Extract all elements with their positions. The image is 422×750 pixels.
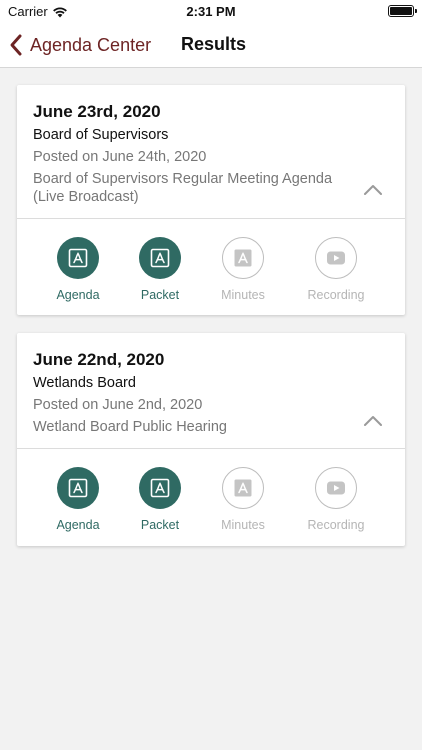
back-button-label: Agenda Center: [30, 34, 152, 55]
chevron-up-icon[interactable]: [363, 415, 383, 427]
result-card: June 22nd, 2020 Wetlands Board Posted on…: [17, 333, 405, 546]
page-title: Results: [181, 34, 247, 54]
chevron-up-icon[interactable]: [363, 184, 383, 196]
play-video-icon: [327, 481, 345, 495]
status-time: 2:31 PM: [186, 4, 236, 19]
minutes-circle: [222, 467, 264, 509]
packet-button[interactable]: Packet: [118, 467, 202, 532]
play-video-icon: [327, 251, 345, 265]
meeting-date: June 23rd, 2020: [33, 102, 161, 121]
agenda-button[interactable]: Agenda: [36, 467, 120, 532]
pdf-icon: [150, 248, 170, 268]
agenda-circle: [57, 237, 99, 279]
agenda-label: Agenda: [56, 288, 100, 302]
pdf-icon: [68, 248, 88, 268]
result-card: June 23rd, 2020 Board of Supervisors Pos…: [17, 85, 405, 315]
document-actions: Agenda Packet Minutes Recording: [17, 449, 405, 546]
packet-label: Packet: [140, 288, 180, 302]
navigation-bar: Agenda Center Results: [0, 22, 422, 68]
agenda-button[interactable]: Agenda: [36, 237, 120, 302]
agenda-circle: [57, 467, 99, 509]
recording-circle: [315, 467, 357, 509]
minutes-label: Minutes: [221, 288, 265, 302]
pdf-icon: [234, 479, 252, 497]
recording-button[interactable]: Recording: [294, 467, 378, 532]
recording-button[interactable]: Recording: [294, 237, 378, 302]
pdf-icon: [150, 478, 170, 498]
packet-label: Packet: [140, 518, 180, 532]
pdf-icon: [234, 249, 252, 267]
recording-label: Recording: [307, 518, 365, 532]
meeting-description: Board of Supervisors Regular Meeting Age…: [33, 171, 333, 205]
status-bar: Carrier 2:31 PM: [0, 0, 422, 22]
posted-date: Posted on June 2nd, 2020: [33, 397, 203, 413]
minutes-label: Minutes: [221, 518, 265, 532]
meeting-date: June 22nd, 2020: [33, 350, 165, 369]
board-name: Wetlands Board: [33, 375, 136, 391]
packet-circle: [139, 237, 181, 279]
packet-circle: [139, 467, 181, 509]
document-actions: Agenda Packet Minutes Recording: [17, 219, 405, 315]
meeting-description: Wetland Board Public Hearing: [33, 419, 227, 435]
agenda-label: Agenda: [56, 518, 100, 532]
posted-date: Posted on June 24th, 2020: [33, 149, 207, 165]
recording-circle: [315, 237, 357, 279]
recording-label: Recording: [307, 288, 365, 302]
result-card-header: June 23rd, 2020 Board of Supervisors Pos…: [17, 85, 405, 218]
minutes-button[interactable]: Minutes: [201, 467, 285, 532]
pdf-icon: [68, 478, 88, 498]
minutes-button[interactable]: Minutes: [201, 237, 285, 302]
back-button[interactable]: Agenda Center: [8, 30, 151, 60]
packet-button[interactable]: Packet: [118, 237, 202, 302]
chevron-left-icon: [10, 34, 22, 56]
board-name: Board of Supervisors: [33, 127, 169, 143]
result-card-header: June 22nd, 2020 Wetlands Board Posted on…: [17, 333, 405, 448]
minutes-circle: [222, 237, 264, 279]
battery-icon: [388, 5, 417, 17]
